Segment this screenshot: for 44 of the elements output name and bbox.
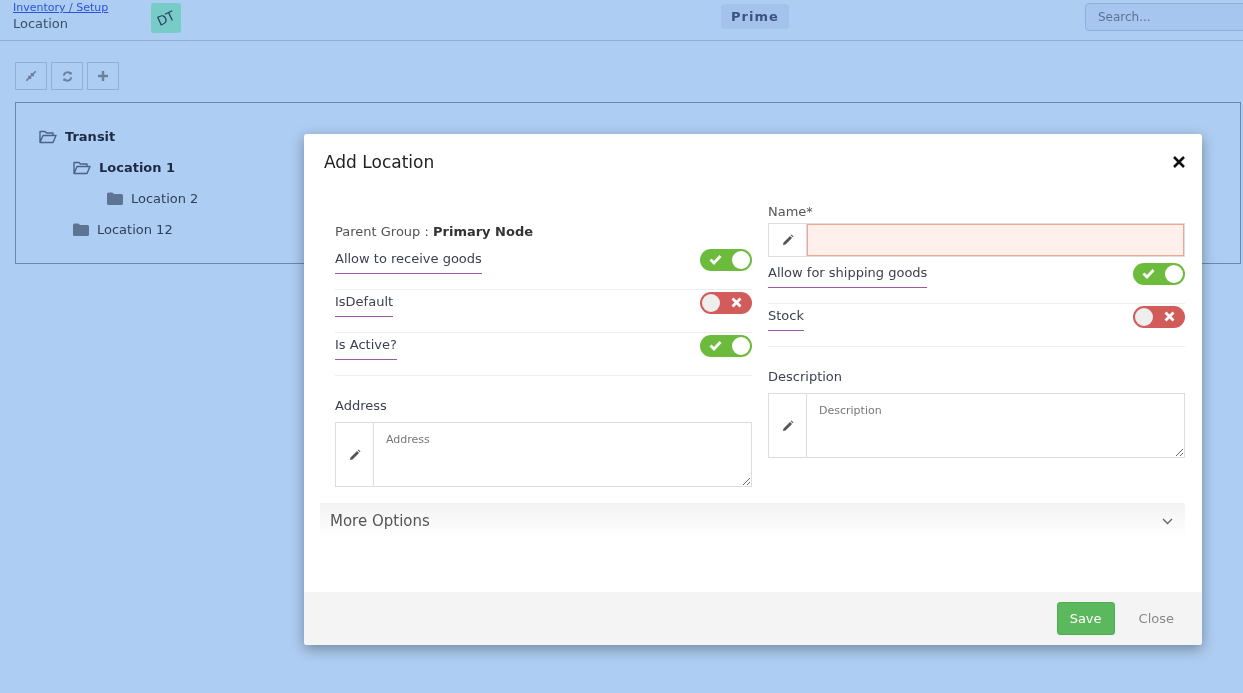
refresh-icon [61,70,73,82]
company-badge[interactable]: Prime [721,4,789,29]
field-label: Name* [768,204,814,219]
check-icon [1142,268,1155,279]
toggle-switch[interactable] [1133,306,1185,328]
parent-group-text: Parent Group : Primary Node [335,224,535,239]
check-icon [709,254,722,265]
name-field[interactable] [768,223,1185,257]
check-icon [709,340,722,351]
breadcrumb-link[interactable]: Inventory / Setup [13,1,151,14]
description-field[interactable]: Description [768,393,1185,458]
field-label: Description [768,369,844,384]
x-icon [731,297,742,308]
toolbar-button[interactable] [51,62,83,90]
x-icon [1164,311,1175,322]
toggle-switch[interactable] [700,335,752,357]
avatar[interactable]: DT [151,3,181,33]
toggle-label: Allow for shipping goods [768,261,928,288]
toolbar-button[interactable] [87,62,119,90]
toolbar-button[interactable] [15,62,47,90]
tree-node[interactable]: Location 1 [99,160,176,175]
toggle-label: Is Active? [335,333,397,360]
toggle-label: Stock [768,304,804,331]
plus-icon [98,71,108,81]
pencil-icon [781,419,794,432]
tree-node[interactable]: Transit [65,129,116,144]
toggle-switch[interactable] [700,249,752,271]
search-field[interactable]: Search... [1085,3,1243,31]
close-button[interactable] [1172,155,1186,169]
arrows-inward-icon [26,71,36,81]
page-title: Location [13,16,69,31]
address-field[interactable]: Address [335,422,752,487]
field-label: Address [335,398,388,413]
pencil-icon [348,448,361,461]
chevron-down-icon [1162,517,1173,525]
close-icon [1172,155,1186,169]
toggle-switch[interactable] [700,292,752,314]
toggle-label: IsDefault [335,290,394,317]
toggle-label: Allow to receive goods [335,247,482,274]
dialog-title: Add Location [324,152,435,172]
toggle-switch[interactable] [1133,263,1185,285]
tree-node[interactable]: Location 12 [97,222,173,237]
tree-node[interactable]: Location 2 [131,191,199,206]
pencil-icon [781,234,794,246]
